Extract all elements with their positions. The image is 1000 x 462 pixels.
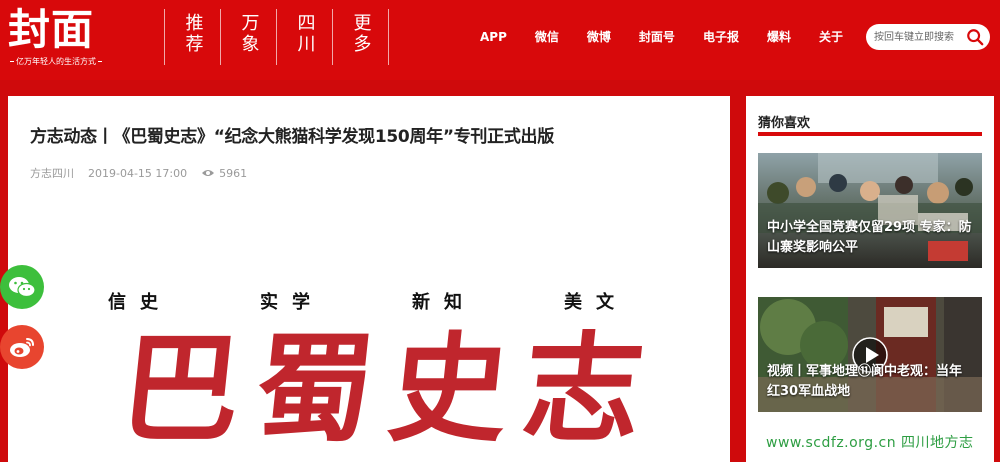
recommend-sidebar: 猜你喜欢 中小学全国竞赛仅留29项 专家：防山寨奖影响公平 视频丨军事地理⑪阆中… [746,96,994,462]
nav-tip-off[interactable]: 爆料 [767,27,791,47]
logo-slogan: 亿万年轻人的生活方式 [8,56,118,68]
sidebar-title: 猜你喜欢 [758,116,811,131]
hero-phrase: 信史 [108,292,172,313]
nav-weibo[interactable]: 微博 [587,27,611,47]
channel-label: 万象 [238,13,260,55]
hero-phrase: 实学 [260,292,324,313]
hero-phrase: 美文 [564,292,628,313]
nav-app[interactable]: APP [480,27,507,47]
search-input[interactable] [874,27,962,47]
view-count: 5961 [219,166,248,180]
article-source[interactable]: 方志四川 [30,165,74,181]
calligraphy-char: 志 [516,319,650,458]
weibo-icon [10,338,34,357]
nav-wechat[interactable]: 微信 [535,27,559,47]
nav-fengmian-hao[interactable]: 封面号 [639,27,675,47]
card-title: 视频丨军事地理⑪阆中老观：当年红30军血战地 [767,364,963,399]
article-meta: 方志四川 2019-04-15 17:00 5961 [30,165,247,181]
channel-label: 更多 [350,13,372,55]
channel-wanxiang[interactable]: 万象 [221,9,277,65]
article-title: 方志动态丨《巴蜀史志》“纪念大熊猫科学发现150周年”专刊正式出版 [30,127,554,147]
search-icon[interactable] [966,28,984,46]
top-nav: APP 微信 微博 封面号 电子报 爆料 关于 [480,27,843,47]
channel-label: 四川 [294,13,316,55]
recommend-card[interactable]: 中小学全国竞赛仅留29项 专家：防山寨奖影响公平 [758,153,982,268]
search-box [866,24,990,50]
nav-e-paper[interactable]: 电子报 [703,27,739,47]
card-title: 中小学全国竞赛仅留29项 专家：防山寨奖影响公平 [767,220,972,255]
channel-label: 推荐 [182,13,204,55]
article-date: 2019-04-15 17:00 [88,166,188,180]
sidebar-divider [758,132,982,136]
share-wechat-button[interactable] [0,265,44,309]
eye-icon [202,170,215,176]
article-panel: 方志动态丨《巴蜀史志》“纪念大熊猫科学发现150周年”专刊正式出版 方志四川 2… [8,96,730,462]
wechat-icon [9,277,36,298]
channel-recommend[interactable]: 推荐 [165,9,221,65]
hero-calligraphy: 巴 蜀 史 志 [114,319,650,458]
channel-sichuan[interactable]: 四川 [277,9,333,65]
recommend-card[interactable]: 视频丨军事地理⑪阆中老观：当年红30军血战地 [758,297,982,412]
share-weibo-button[interactable] [0,325,44,369]
hero-phrase: 新知 [412,292,476,313]
calligraphy-char: 巴 [114,319,248,458]
site-header: 封面 亿万年轻人的生活方式 推荐 万象 四川 更多 APP 微信 微博 封面号 … [0,0,1000,80]
channel-nav: 推荐 万象 四川 更多 [164,9,389,65]
calligraphy-char: 史 [382,319,516,458]
calligraphy-char: 蜀 [248,319,382,458]
site-logo[interactable]: 封面 亿万年轻人的生活方式 [8,4,118,72]
nav-about[interactable]: 关于 [819,27,843,47]
logo-text: 封面 [8,5,95,54]
article-hero-image: 信史 实学 新知 美文 巴 蜀 史 志 [108,276,650,462]
hero-phrases: 信史 实学 新知 美文 [108,288,628,314]
watermark: www.scdfz.org.cn 四川地方志 [766,435,974,451]
channel-more[interactable]: 更多 [333,9,389,65]
